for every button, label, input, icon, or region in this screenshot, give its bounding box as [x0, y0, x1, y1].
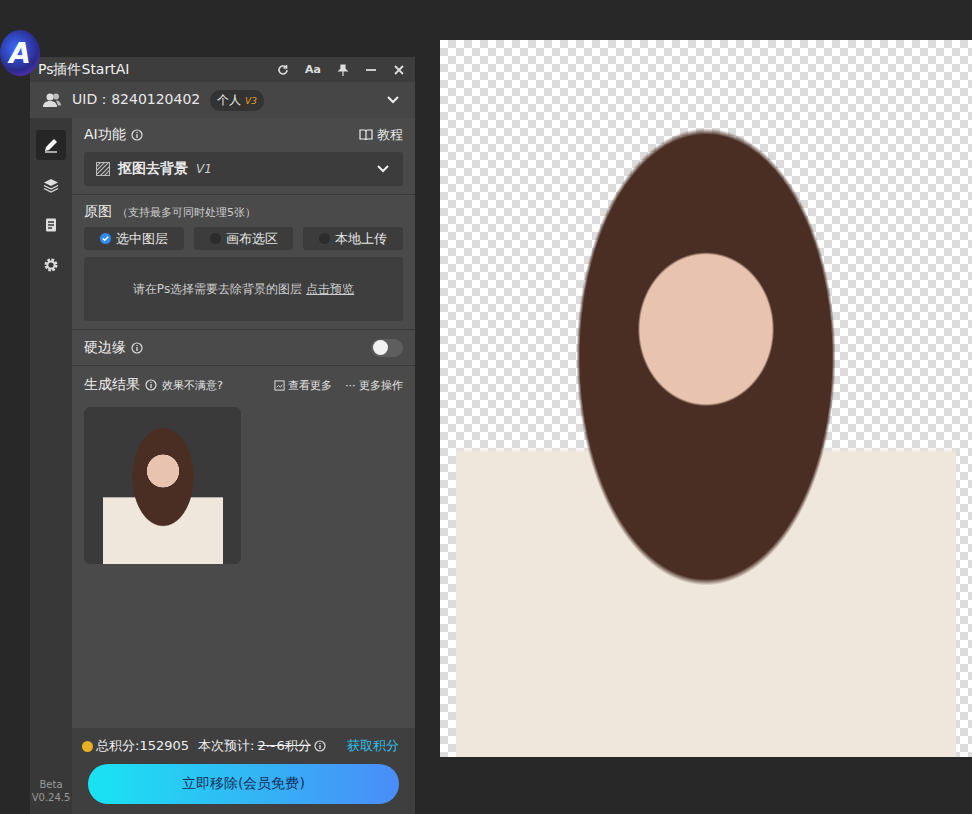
feedback-link[interactable]: 效果不满意? — [162, 378, 223, 393]
window-buttons: Aa — [277, 63, 405, 76]
chevron-down-icon[interactable] — [387, 96, 399, 104]
results-header: 生成结果 效果不满意? 查看更多 ··· 更多操作 — [84, 374, 403, 396]
gear-icon — [43, 257, 59, 273]
side-rail: BetaV0.24.5 — [30, 118, 72, 814]
ai-header: AI功能 教程 — [84, 124, 403, 146]
hard-edge-label: 硬边缘 — [84, 339, 126, 357]
radio-dot — [100, 233, 111, 244]
rail-item[interactable] — [36, 130, 66, 160]
close-icon[interactable] — [393, 64, 405, 76]
radio-dot — [210, 233, 221, 244]
rail-item[interactable] — [36, 250, 66, 280]
source-hint: （支持最多可同时处理5张） — [117, 205, 256, 220]
notes-icon — [43, 217, 59, 233]
toggle-knob — [373, 340, 388, 355]
hard-edge-toggle[interactable] — [371, 339, 403, 357]
rail-item[interactable] — [36, 210, 66, 240]
user-row[interactable]: UID：8240120402 个人 V3 — [30, 82, 415, 118]
book-icon — [359, 129, 373, 141]
source-option[interactable]: 本地上传 — [303, 227, 403, 250]
tutorial-link[interactable]: 教程 — [359, 126, 403, 144]
drop-prompt: 请在Ps选择需要去除背景的图层 — [133, 281, 302, 298]
ai-section: AI功能 教程抠图去背景 V1 — [72, 118, 415, 195]
estimate-value: 2~6积分 — [257, 737, 310, 755]
source-options: 选中图层画布选区本地上传 — [84, 227, 403, 250]
user-uid: UID：8240120402 — [72, 91, 200, 109]
more-actions-link[interactable]: ··· 更多操作 — [345, 378, 403, 393]
main-content: AI功能 教程抠图去背景 V1 原图 （支持最多可同时处理5张） 选中图层画布选区本地上… — [72, 118, 415, 814]
source-label: 原图 — [84, 203, 112, 221]
feature-dropdown[interactable]: 抠图去背景 V1 — [84, 152, 403, 186]
source-header: 原图 （支持最多可同时处理5张） — [84, 201, 403, 223]
check-icon — [101, 234, 110, 243]
feature-version: V1 — [196, 162, 212, 176]
canvas-photo — [456, 67, 956, 757]
panel-body: BetaV0.24.5 AI功能 教程抠图去背景 V1 原图 （支持最多可同时处理5张）… — [30, 118, 415, 814]
plan-badge: 个人 V3 — [210, 90, 264, 111]
gallery-icon — [274, 380, 285, 391]
rail-item[interactable] — [36, 170, 66, 200]
drop-zone[interactable]: 请在Ps选择需要去除背景的图层点击预览 — [84, 257, 403, 321]
coin-icon — [82, 741, 93, 752]
ai-label: AI功能 — [84, 126, 126, 144]
info-icon[interactable] — [131, 129, 143, 141]
feature-name: 抠图去背景 — [118, 160, 188, 178]
layers-icon — [43, 177, 59, 193]
info-icon[interactable] — [145, 379, 157, 391]
title-bar: Ps插件StartAI Aa — [30, 57, 415, 82]
points-row: 总积分:152905 本次预计:2~6积分 获取积分 — [82, 736, 399, 756]
version-label: BetaV0.24.5 — [32, 778, 71, 814]
source-option[interactable]: 画布选区 — [194, 227, 294, 250]
info-icon[interactable] — [131, 342, 143, 354]
screen: APs插件StartAI Aa UID：8240120402 个人 V3 BetaV0.… — [0, 0, 972, 814]
source-section: 原图 （支持最多可同时处理5张） 选中图层画布选区本地上传请在Ps选择需要去除背景的… — [72, 195, 415, 330]
minimize-icon[interactable] — [365, 64, 377, 76]
hatch-icon — [96, 162, 110, 176]
preview-link[interactable]: 点击预览 — [306, 281, 354, 298]
results-label: 生成结果 — [84, 376, 140, 394]
refresh-icon[interactable] — [277, 64, 289, 76]
source-option[interactable]: 选中图层 — [84, 227, 184, 250]
results-section: 生成结果 效果不满意? 查看更多 ··· 更多操作 — [72, 366, 415, 572]
result-thumbnail[interactable] — [84, 407, 241, 564]
app-logo[interactable]: A — [0, 30, 40, 76]
pin-icon[interactable] — [337, 64, 349, 76]
pen-icon — [43, 137, 59, 153]
thumbnail-photo — [103, 414, 223, 564]
font-size-button[interactable]: Aa — [305, 63, 321, 76]
radio-dot — [319, 233, 330, 244]
info-icon[interactable] — [314, 740, 326, 752]
users-icon — [42, 92, 62, 108]
chevron-down-icon — [377, 165, 389, 173]
total-points: 总积分:152905 — [96, 737, 189, 755]
get-points-link[interactable]: 获取积分 — [347, 737, 399, 755]
estimate-label: 本次预计: — [198, 737, 254, 755]
footer: 总积分:152905 本次预计:2~6积分 获取积分立即移除(会员免费) — [72, 728, 415, 814]
remove-button[interactable]: 立即移除(会员免费) — [88, 764, 399, 804]
photo-canvas — [440, 40, 972, 757]
view-more-link[interactable]: 查看更多 — [274, 378, 332, 393]
plugin-panel: Ps插件StartAI Aa UID：8240120402 个人 V3 BetaV0.2… — [30, 57, 415, 814]
panel-title: Ps插件StartAI — [38, 61, 129, 79]
hard-edge-row: 硬边缘 — [72, 330, 415, 366]
